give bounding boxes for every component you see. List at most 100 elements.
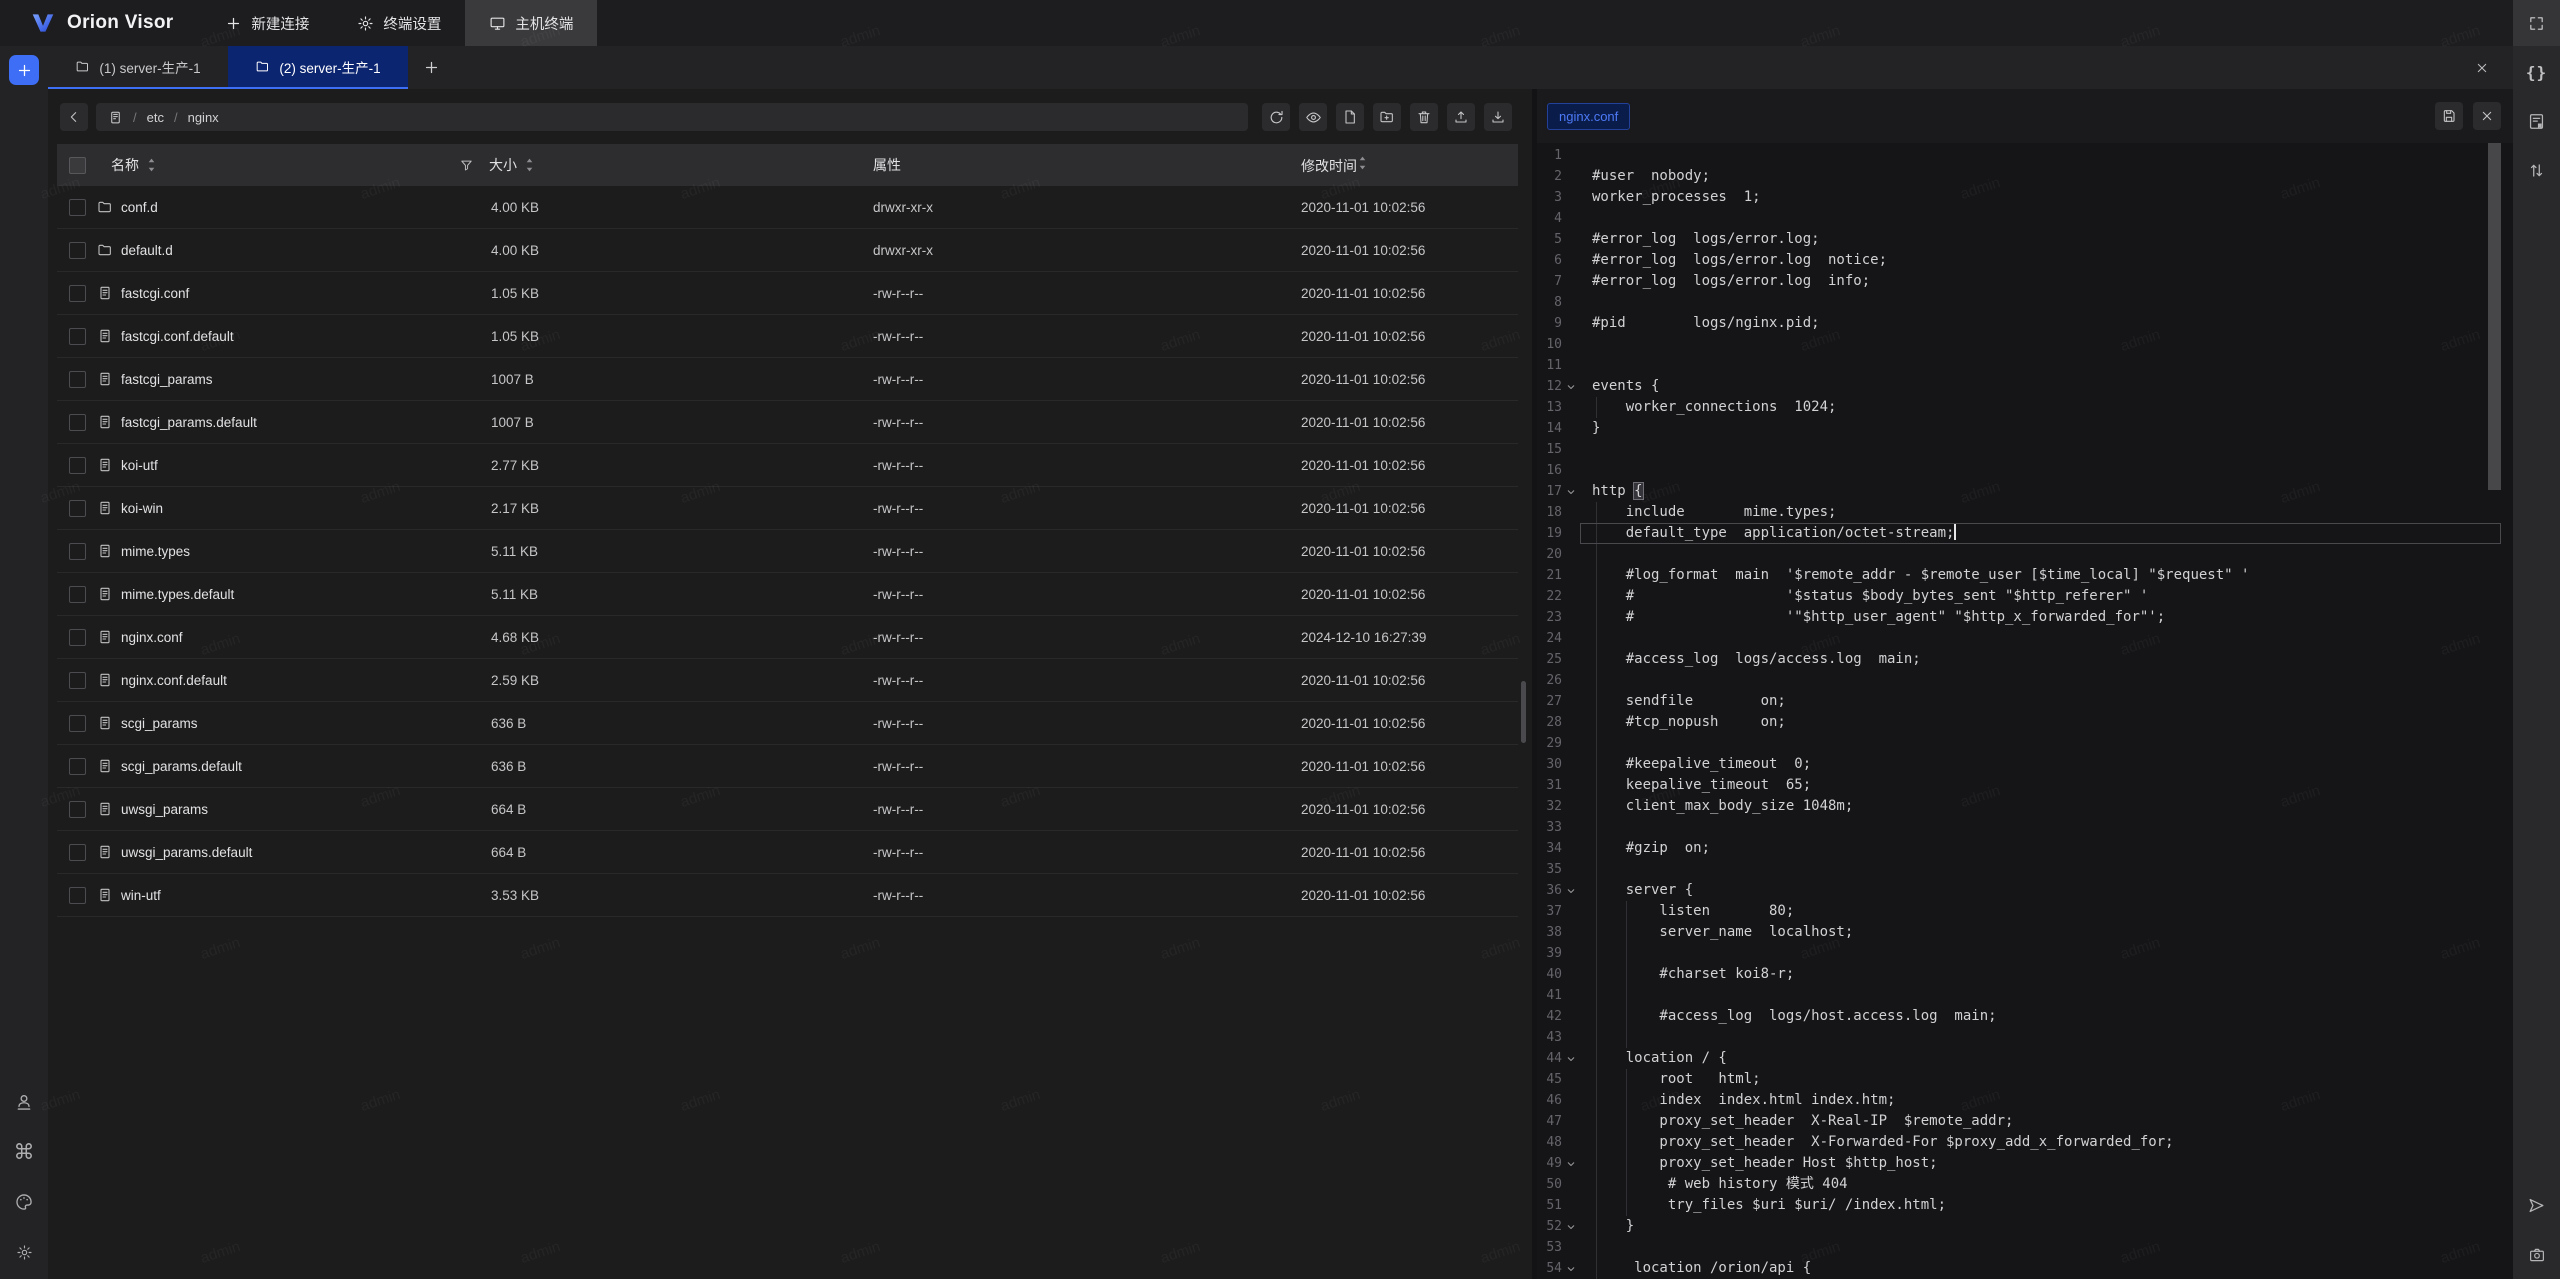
file-row-mime.types.default[interactable]: mime.types.default5.11 KB-rw-r--r--2020-…	[57, 573, 1518, 616]
row-checkbox[interactable]	[69, 500, 86, 517]
add-tab-button[interactable]	[408, 46, 454, 89]
fold-chevron-icon[interactable]	[1562, 1258, 1580, 1279]
code-line-9[interactable]: 9#pid logs/nginx.pid;	[1537, 313, 2501, 334]
code-line-16[interactable]: 16	[1537, 460, 2501, 481]
rightbar-camera-button[interactable]	[2525, 1243, 2549, 1267]
code-line-45[interactable]: 45 root html;	[1537, 1069, 2501, 1090]
back-button[interactable]	[60, 103, 88, 131]
caret-sort-icon[interactable]	[146, 157, 157, 173]
fullscreen-button[interactable]	[2513, 0, 2560, 46]
code-line-30[interactable]: 30 #keepalive_timeout 0;	[1537, 754, 2501, 775]
row-checkbox[interactable]	[69, 844, 86, 861]
delete-button[interactable]	[1410, 103, 1438, 131]
eye-button[interactable]	[1299, 103, 1327, 131]
code-line-37[interactable]: 37 listen 80;	[1537, 901, 2501, 922]
menu-item-host-terminal[interactable]: 主机终端	[465, 0, 597, 46]
rightbar-updown-button[interactable]	[2525, 158, 2549, 182]
download-button[interactable]	[1484, 103, 1512, 131]
file-row-scgi_params.default[interactable]: scgi_params.default636 B-rw-r--r--2020-1…	[57, 745, 1518, 788]
code-line-15[interactable]: 15	[1537, 439, 2501, 460]
code-line-51[interactable]: 51 try_files $uri $uri/ /index.html;	[1537, 1195, 2501, 1216]
row-checkbox[interactable]	[69, 715, 86, 732]
row-checkbox[interactable]	[69, 543, 86, 560]
code-line-11[interactable]: 11	[1537, 355, 2501, 376]
file-list-scrollbar-thumb[interactable]	[1521, 681, 1526, 743]
row-checkbox[interactable]	[69, 328, 86, 345]
caret-sort-icon[interactable]	[524, 157, 535, 173]
file-row-uwsgi_params.default[interactable]: uwsgi_params.default664 B-rw-r--r--2020-…	[57, 831, 1518, 874]
file-row-fastcgi.conf[interactable]: fastcgi.conf1.05 KB-rw-r--r--2020-11-01 …	[57, 272, 1518, 315]
code-line-38[interactable]: 38 server_name localhost;	[1537, 922, 2501, 943]
row-checkbox[interactable]	[69, 242, 86, 259]
save-button[interactable]	[2435, 102, 2463, 130]
code-line-36[interactable]: 36 server {	[1537, 880, 2501, 901]
refresh-button[interactable]	[1262, 103, 1290, 131]
code-line-19[interactable]: 19 default_type application/octet-stream…	[1537, 523, 2501, 544]
code-line-14[interactable]: 14}	[1537, 418, 2501, 439]
terminal-tab-1[interactable]: (1) server-生产-1	[48, 46, 228, 89]
code-line-49[interactable]: 49 proxy_set_header Host $http_host;	[1537, 1153, 2501, 1174]
breadcrumb-segment[interactable]: nginx	[188, 110, 219, 125]
row-checkbox[interactable]	[69, 371, 86, 388]
fold-chevron-icon[interactable]	[1562, 1216, 1580, 1237]
code-line-34[interactable]: 34 #gzip on;	[1537, 838, 2501, 859]
file-row-default.d[interactable]: default.d4.00 KBdrwxr-xr-x2020-11-01 10:…	[57, 229, 1518, 272]
code-line-26[interactable]: 26	[1537, 670, 2501, 691]
caret-sort-icon[interactable]	[1357, 155, 1368, 171]
file-row-koi-win[interactable]: koi-win2.17 KB-rw-r--r--2020-11-01 10:02…	[57, 487, 1518, 530]
row-checkbox[interactable]	[69, 457, 86, 474]
sidebar-command-button[interactable]: ⌘	[12, 1140, 36, 1164]
editor-file-tag[interactable]: nginx.conf	[1547, 103, 1630, 130]
code-line-50[interactable]: 50 # web history 模式 404	[1537, 1174, 2501, 1195]
breadcrumb[interactable]: /etc/nginx	[96, 103, 1248, 131]
code-line-31[interactable]: 31 keepalive_timeout 65;	[1537, 775, 2501, 796]
file-row-fastcgi_params[interactable]: fastcgi_params1007 B-rw-r--r--2020-11-01…	[57, 358, 1518, 401]
sidebar-user-button[interactable]	[12, 1090, 36, 1114]
file-row-fastcgi_params.default[interactable]: fastcgi_params.default1007 B-rw-r--r--20…	[57, 401, 1518, 444]
fold-chevron-icon[interactable]	[1562, 1048, 1580, 1069]
new-file-button[interactable]	[1336, 103, 1364, 131]
code-line-22[interactable]: 22 # '$status $body_bytes_sent "$http_re…	[1537, 586, 2501, 607]
sidebar-palette-button[interactable]	[12, 1190, 36, 1214]
code-line-20[interactable]: 20	[1537, 544, 2501, 565]
column-header-size[interactable]: 大小	[457, 155, 865, 175]
code-line-23[interactable]: 23 # '"$http_user_agent" "$http_x_forwar…	[1537, 607, 2501, 628]
code-line-41[interactable]: 41	[1537, 985, 2501, 1006]
code-line-46[interactable]: 46 index index.html index.htm;	[1537, 1090, 2501, 1111]
upload-button[interactable]	[1447, 103, 1475, 131]
row-checkbox[interactable]	[69, 586, 86, 603]
row-checkbox[interactable]	[69, 887, 86, 904]
code-line-27[interactable]: 27 sendfile on;	[1537, 691, 2501, 712]
row-checkbox[interactable]	[69, 285, 86, 302]
code-line-29[interactable]: 29	[1537, 733, 2501, 754]
fold-chevron-icon[interactable]	[1562, 1153, 1580, 1174]
code-line-25[interactable]: 25 #access_log logs/access.log main;	[1537, 649, 2501, 670]
file-row-nginx.conf.default[interactable]: nginx.conf.default2.59 KB-rw-r--r--2020-…	[57, 659, 1518, 702]
code-line-21[interactable]: 21 #log_format main '$remote_addr - $rem…	[1537, 565, 2501, 586]
code-line-18[interactable]: 18 include mime.types;	[1537, 502, 2501, 523]
code-line-7[interactable]: 7#error_log logs/error.log info;	[1537, 271, 2501, 292]
code-line-2[interactable]: 2#user nobody;	[1537, 166, 2501, 187]
code-line-5[interactable]: 5#error_log logs/error.log;	[1537, 229, 2501, 250]
terminal-tab-2[interactable]: (2) server-生产-1	[228, 46, 408, 89]
file-row-fastcgi.conf.default[interactable]: fastcgi.conf.default1.05 KB-rw-r--r--202…	[57, 315, 1518, 358]
code-line-17[interactable]: 17http {	[1537, 481, 2501, 502]
column-header-mtime[interactable]: 修改时间	[1293, 155, 1518, 176]
code-line-10[interactable]: 10	[1537, 334, 2501, 355]
funnel-icon[interactable]	[459, 158, 474, 173]
code-line-44[interactable]: 44 location / {	[1537, 1048, 2501, 1069]
fold-chevron-icon[interactable]	[1562, 880, 1580, 901]
menu-item-new-connection[interactable]: 新建连接	[201, 0, 333, 46]
code-line-12[interactable]: 12events {	[1537, 376, 2501, 397]
code-line-24[interactable]: 24	[1537, 628, 2501, 649]
close-panel-button[interactable]	[2469, 55, 2495, 81]
code-line-48[interactable]: 48 proxy_set_header X-Forwarded-For $pro…	[1537, 1132, 2501, 1153]
code-line-42[interactable]: 42 #access_log logs/host.access.log main…	[1537, 1006, 2501, 1027]
select-all-checkbox[interactable]	[69, 157, 86, 174]
editor-close-button[interactable]	[2473, 102, 2501, 130]
file-row-koi-utf[interactable]: koi-utf2.77 KB-rw-r--r--2020-11-01 10:02…	[57, 444, 1518, 487]
quick-new-connection-button[interactable]	[9, 55, 39, 85]
row-checkbox[interactable]	[69, 629, 86, 646]
rightbar-bookmark-doc-button[interactable]	[2525, 109, 2549, 133]
fold-chevron-icon[interactable]	[1562, 481, 1580, 502]
